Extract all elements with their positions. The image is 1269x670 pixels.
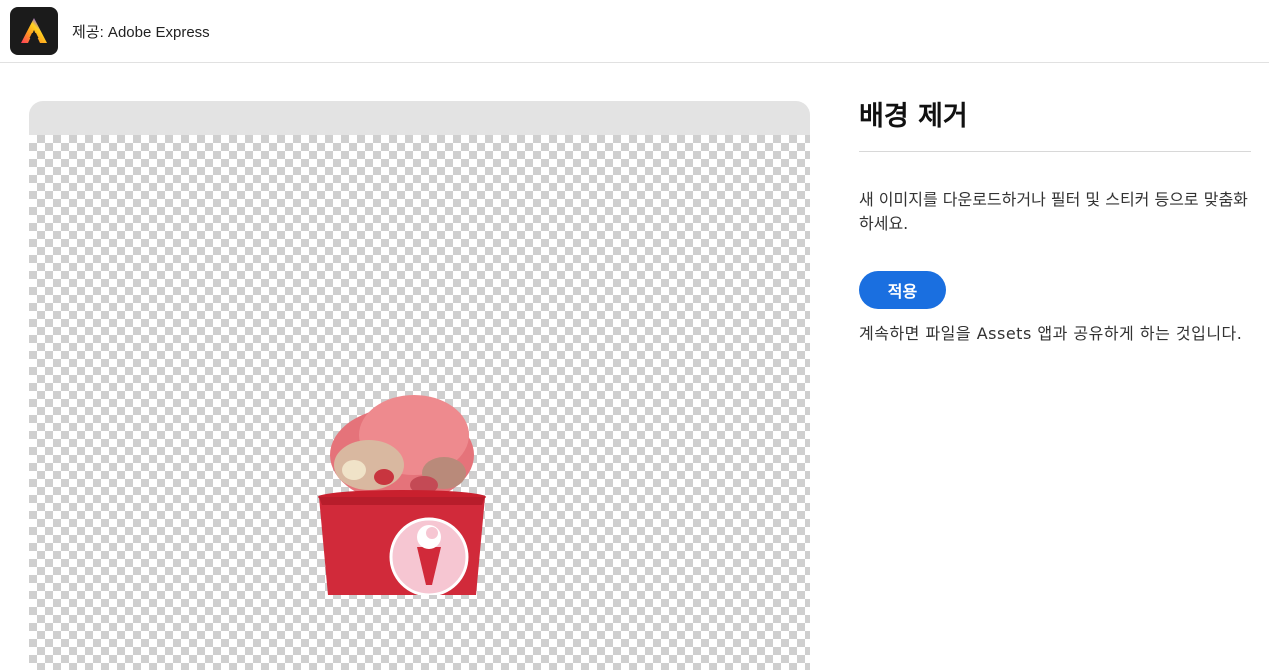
sharing-notice: 계속하면 파일을 Assets 앱과 공유하게 하는 것입니다.	[859, 324, 1243, 343]
image-preview	[29, 101, 810, 670]
transparent-background	[29, 135, 810, 670]
preview-header-bar	[29, 101, 810, 135]
side-panel: 배경 제거 새 이미지를 다운로드하거나 필터 및 스티커 등으로 맞춤화하세요…	[859, 100, 1251, 348]
title-divider	[859, 151, 1251, 152]
top-bar: 제공: Adobe Express	[0, 0, 1269, 63]
adobe-express-logo-icon[interactable]	[10, 7, 58, 55]
panel-description: 새 이미지를 다운로드하거나 필터 및 스티커 등으로 맞춤화하세요.	[859, 190, 1248, 233]
ice-cream-cup-image	[318, 395, 486, 595]
apply-button[interactable]: 적용	[859, 271, 946, 309]
provider-label: 제공: Adobe Express	[72, 24, 210, 41]
panel-title: 배경 제거	[859, 101, 968, 132]
